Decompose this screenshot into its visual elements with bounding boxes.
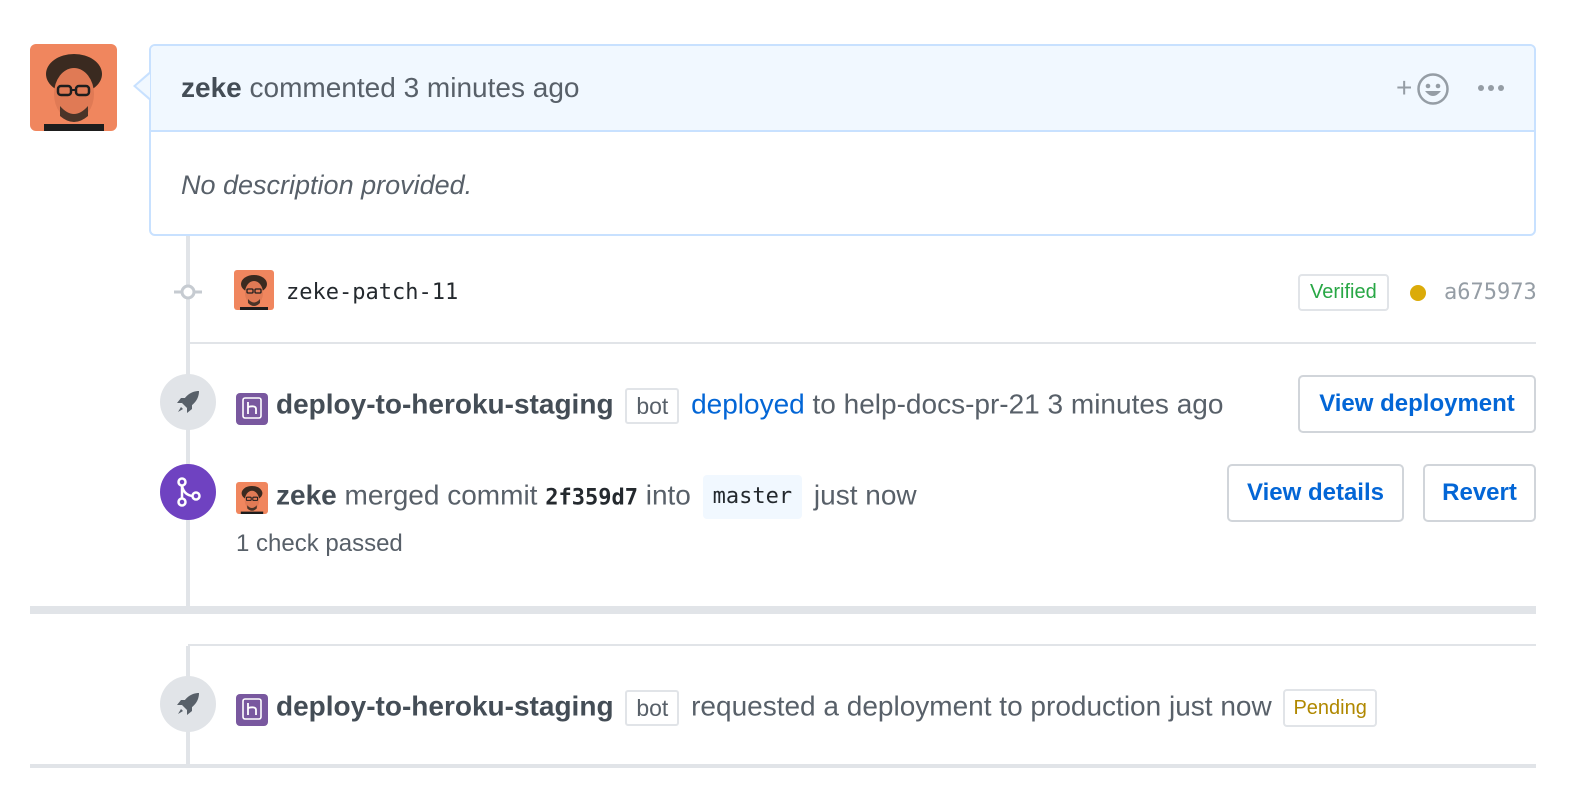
merge-event-text: zeke merged commit 2f359d7 into master j… <box>276 475 917 519</box>
checks-status[interactable]: 1 check passed <box>236 530 403 558</box>
comment-action: commented <box>249 72 396 103</box>
avatar[interactable] <box>30 44 117 131</box>
comment-box: zeke commented 3 minutes ago + No descri… <box>149 44 1536 236</box>
pending-status-badge: Pending <box>1283 689 1377 727</box>
commit-message-link[interactable]: zeke-patch-11 <box>286 280 458 305</box>
commit-status-dot-icon[interactable] <box>1410 285 1426 301</box>
divider <box>30 764 1536 768</box>
view-details-button[interactable]: View details <box>1227 464 1404 522</box>
deploy-request-text: deploy-to-heroku-staging bot requested a… <box>276 689 1377 727</box>
heroku-app-icon <box>236 393 268 425</box>
plus-label: + <box>1396 72 1413 103</box>
deploy-actor-link[interactable]: deploy-to-heroku-staging <box>276 388 614 419</box>
timeline-separator <box>30 606 1536 614</box>
comment-header: zeke commented 3 minutes ago + <box>151 46 1534 132</box>
verified-badge[interactable]: Verified <box>1298 274 1389 311</box>
view-deployment-button[interactable]: View deployment <box>1298 375 1536 433</box>
commit-sha-link[interactable]: a675973 <box>1444 280 1537 305</box>
deploy-event-details: to help-docs-pr-21 3 minutes ago <box>812 388 1224 420</box>
smiley-icon <box>1417 73 1449 105</box>
avatar-image <box>234 270 274 310</box>
merger-link[interactable]: zeke <box>276 479 337 510</box>
deploy-event-badge <box>160 374 216 430</box>
merge-commit-link[interactable]: 2f359d7 <box>545 485 638 510</box>
deploy-event-text: deploy-to-heroku-staging bot deployed to… <box>276 388 1223 424</box>
merge-into: into <box>645 479 691 511</box>
git-merge-icon <box>177 477 201 507</box>
merge-event-badge <box>160 464 216 520</box>
avatar-image <box>30 44 117 131</box>
merge-time[interactable]: just now <box>814 479 917 510</box>
comment-pointer-inner <box>136 74 150 98</box>
add-reaction-button[interactable]: + <box>1396 70 1452 106</box>
deployed-link[interactable]: deployed <box>691 388 805 419</box>
comment-author[interactable]: zeke <box>181 72 242 103</box>
comment-time[interactable]: 3 minutes ago <box>404 72 580 103</box>
branch-name[interactable]: master <box>702 475 803 519</box>
rocket-icon <box>177 391 199 413</box>
deploy-request-actor-link[interactable]: deploy-to-heroku-staging <box>276 690 614 721</box>
comment-body: No description provided. <box>181 170 473 200</box>
rocket-icon <box>177 693 199 715</box>
commit-icon <box>174 284 202 300</box>
revert-button[interactable]: Revert <box>1423 464 1536 522</box>
heroku-app-icon <box>236 694 268 726</box>
bot-label: bot <box>625 690 680 726</box>
comment-title: zeke commented 3 minutes ago <box>181 72 579 104</box>
avatar-image <box>236 482 268 514</box>
divider <box>188 342 1536 344</box>
bot-label: bot <box>625 388 680 424</box>
commit-author-avatar[interactable] <box>234 270 274 310</box>
merge-action: merged commit <box>344 479 538 511</box>
deploy-request-details: requested a deployment to production jus… <box>691 690 1272 722</box>
deploy-request-badge <box>160 676 216 732</box>
divider <box>188 644 1536 646</box>
more-options-icon[interactable] <box>1476 78 1506 98</box>
merger-avatar[interactable] <box>236 482 268 514</box>
